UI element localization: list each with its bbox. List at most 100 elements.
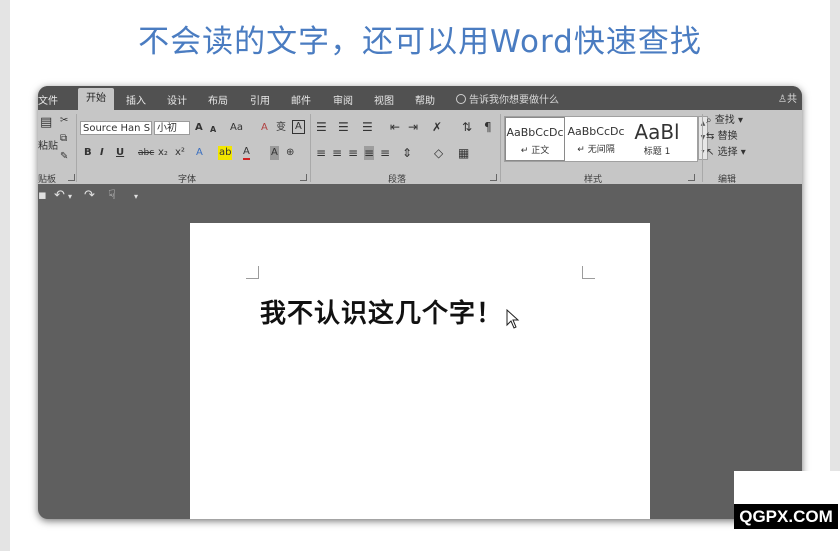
align-center-icon[interactable]: ≡ bbox=[332, 146, 342, 160]
undo-dropdown-icon[interactable]: ▾ bbox=[68, 192, 72, 201]
search-icon: ⌕ bbox=[706, 115, 712, 126]
tab-home[interactable]: 开始 bbox=[78, 88, 114, 110]
ribbon-tab-bar: 文件 开始 插入 设计 布局 引用 邮件 审阅 视图 帮助 告诉我你想要做什么 … bbox=[38, 86, 802, 110]
group-separator bbox=[702, 114, 703, 182]
group-separator bbox=[76, 114, 77, 182]
superscript-button[interactable]: x² bbox=[175, 146, 185, 160]
bold-button[interactable]: B bbox=[84, 146, 92, 160]
enclose-characters-button[interactable]: ⊕ bbox=[286, 146, 294, 160]
multilevel-list-icon[interactable]: ☰ bbox=[362, 120, 373, 134]
headline-title: 不会读的文字，还可以用Word快速查找 bbox=[138, 24, 702, 60]
select-cursor-icon: ↖ bbox=[706, 147, 715, 158]
tab-file[interactable]: 文件 bbox=[38, 92, 58, 107]
select-label: 选择 bbox=[717, 147, 738, 158]
italic-button[interactable]: I bbox=[100, 146, 104, 160]
redo-icon[interactable]: ↷ bbox=[84, 188, 95, 203]
subscript-button[interactable]: x₂ bbox=[158, 146, 168, 160]
tab-layout[interactable]: 布局 bbox=[208, 92, 228, 107]
style-normal[interactable]: AaBbCcDc ↵ 正文 bbox=[505, 117, 565, 161]
right-border-stripe bbox=[830, 0, 840, 551]
text-effects-button[interactable]: A bbox=[196, 146, 203, 160]
distributed-icon[interactable]: ≡ bbox=[380, 146, 390, 160]
style-heading-1-label: 标题 1 bbox=[643, 147, 671, 157]
justify-icon[interactable]: ≡ bbox=[364, 146, 375, 160]
mouse-pointer-icon bbox=[506, 309, 520, 329]
grow-font-button[interactable]: A bbox=[195, 121, 203, 135]
document-page[interactable]: 我不认识这几个字！ bbox=[190, 223, 650, 519]
style-heading-1[interactable]: AaBl 标题 1 bbox=[627, 117, 687, 161]
style-no-spacing-label: ↵ 无间隔 bbox=[577, 145, 615, 155]
tab-insert[interactable]: 插入 bbox=[126, 92, 146, 107]
paste-icon: ▤ bbox=[40, 115, 53, 130]
asian-layout-icon[interactable]: ✗ bbox=[432, 120, 442, 134]
share-label: 共 bbox=[786, 94, 797, 105]
margin-corner-mark bbox=[246, 266, 259, 279]
tab-help[interactable]: 帮助 bbox=[415, 92, 435, 107]
tell-me-search[interactable]: 告诉我你想要做什么 bbox=[456, 91, 559, 106]
tab-design[interactable]: 设计 bbox=[167, 92, 187, 107]
phonetic-guide-button[interactable]: 变 bbox=[276, 121, 286, 135]
styles-dialog-launcher[interactable] bbox=[688, 174, 695, 181]
lightbulb-search-icon bbox=[456, 94, 466, 104]
style-no-spacing[interactable]: AaBbCcDc ↵ 无间隔 bbox=[566, 117, 626, 161]
line-spacing-icon[interactable]: ⇕ bbox=[402, 146, 412, 160]
strikethrough-button[interactable]: abc bbox=[138, 146, 154, 160]
find-label: 查找 bbox=[714, 115, 735, 126]
align-left-icon[interactable]: ≡ bbox=[316, 146, 326, 160]
styles-gallery: AaBbCcDc ↵ 正文 AaBbCcDc ↵ 无间隔 AaBl 标题 1 bbox=[504, 116, 698, 162]
align-right-icon[interactable]: ≡ bbox=[348, 146, 358, 160]
select-button[interactable]: ↖ 选择 ▾ bbox=[706, 146, 746, 160]
style-normal-label: ↵ 正文 bbox=[520, 146, 550, 156]
bullets-icon[interactable]: ☰ bbox=[316, 120, 327, 134]
user-icon: ♙ bbox=[778, 94, 787, 105]
margin-corner-mark bbox=[582, 266, 595, 279]
sort-icon[interactable]: ⇅ bbox=[462, 120, 472, 134]
quick-access-toolbar: ▪ ↶ ▾ ↷ ☟ ▾ bbox=[38, 184, 802, 208]
shrink-font-button[interactable]: A bbox=[210, 123, 216, 137]
touch-mode-icon[interactable]: ☟ bbox=[108, 188, 116, 203]
tab-references[interactable]: 引用 bbox=[250, 92, 270, 107]
tab-review[interactable]: 审阅 bbox=[333, 92, 353, 107]
clipboard-dialog-launcher[interactable] bbox=[68, 174, 75, 181]
show-marks-icon[interactable]: ¶ bbox=[484, 120, 492, 134]
replace-button[interactable]: ⇆ 替换 bbox=[706, 130, 738, 144]
decrease-indent-icon[interactable]: ⇤ bbox=[390, 120, 400, 134]
cut-icon[interactable]: ✂ bbox=[60, 114, 68, 128]
character-border-button[interactable]: A bbox=[292, 120, 305, 134]
clear-formatting-button[interactable]: A bbox=[261, 121, 268, 135]
left-border-stripe bbox=[0, 0, 10, 551]
font-size-select[interactable]: 小初 bbox=[154, 121, 190, 135]
font-name-select[interactable]: Source Han S bbox=[80, 121, 152, 135]
numbering-icon[interactable]: ☰ bbox=[338, 120, 349, 134]
watermark-text: QGPX.COM bbox=[734, 504, 838, 529]
replace-icon: ⇆ bbox=[706, 131, 715, 142]
style-no-spacing-preview: AaBbCcDc bbox=[567, 125, 625, 138]
save-icon[interactable]: ▪ bbox=[38, 188, 47, 203]
word-window: 文件 开始 插入 设计 布局 引用 邮件 审阅 视图 帮助 告诉我你想要做什么 … bbox=[38, 86, 802, 519]
font-dialog-launcher[interactable] bbox=[300, 174, 307, 181]
paste-button[interactable]: 粘贴 bbox=[38, 140, 58, 154]
copy-icon[interactable]: ⧉ bbox=[60, 132, 67, 146]
shading-icon[interactable]: ◇ bbox=[434, 146, 443, 160]
underline-button[interactable]: U bbox=[116, 146, 124, 160]
undo-icon[interactable]: ↶ bbox=[54, 188, 65, 203]
document-text[interactable]: 我不认识这几个字！ bbox=[260, 293, 503, 330]
font-color-button[interactable]: A bbox=[243, 146, 250, 160]
borders-icon[interactable]: ▦ bbox=[458, 146, 469, 160]
paragraph-dialog-launcher[interactable] bbox=[490, 174, 497, 181]
tab-mailings[interactable]: 邮件 bbox=[291, 92, 311, 107]
find-button[interactable]: ⌕ 查找 ▾ bbox=[706, 114, 743, 128]
change-case-button[interactable]: Aa bbox=[230, 121, 243, 135]
increase-indent-icon[interactable]: ⇥ bbox=[408, 120, 418, 134]
format-painter-icon[interactable]: ✎ bbox=[60, 150, 68, 164]
share-button[interactable]: ♙共 bbox=[778, 90, 797, 105]
style-heading-1-preview: AaBl bbox=[634, 120, 680, 144]
tab-view[interactable]: 视图 bbox=[374, 92, 394, 107]
replace-label: 替换 bbox=[717, 131, 738, 142]
character-shading-button[interactable]: A bbox=[270, 146, 279, 160]
customize-toolbar-icon[interactable]: ▾ bbox=[134, 192, 138, 201]
group-separator bbox=[310, 114, 311, 182]
group-separator bbox=[500, 114, 501, 182]
highlight-color-button[interactable]: ab bbox=[218, 146, 233, 160]
watermark: QGPX.COM bbox=[734, 471, 840, 551]
